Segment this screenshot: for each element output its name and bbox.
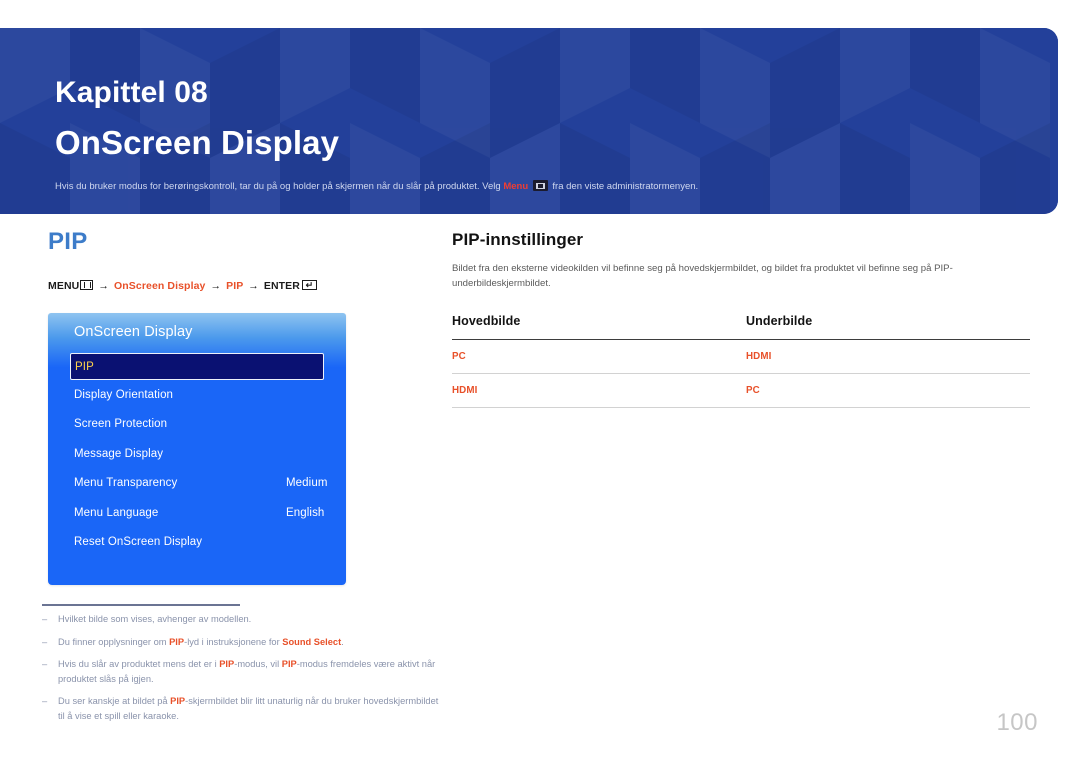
osd-menu-item-pip[interactable]: PIP bbox=[70, 353, 324, 380]
osd-menu-item-label: Menu Language bbox=[74, 506, 159, 519]
chapter-header-banner: Kapittel 08 OnScreen Display Hvis du bru… bbox=[0, 28, 1058, 214]
menu-path-arrow: → bbox=[210, 280, 222, 292]
header-note-before: Hvis du bruker modus for berøringskontro… bbox=[55, 181, 501, 192]
header-note-after: fra den viste administratormenyen. bbox=[552, 181, 699, 192]
osd-menu-item-message-display[interactable]: Message Display bbox=[70, 439, 324, 469]
menu-icon bbox=[532, 180, 548, 191]
footnote-text: Du finner opplysninger om PIP-lyd i inst… bbox=[58, 636, 344, 647]
footnote-marker: – bbox=[42, 659, 48, 669]
osd-panel-title: OnScreen Display bbox=[74, 324, 193, 340]
osd-menu-item-label: Message Display bbox=[74, 447, 164, 460]
menu-path-root: MENU bbox=[48, 280, 80, 292]
pip-source-table: Hovedbilde Underbilde PC HDMI HDMI PC bbox=[452, 314, 1030, 408]
footnote-text: Hvilket bilde som vises, avhenger av mod… bbox=[58, 614, 252, 624]
osd-menu-item-label: Reset OnScreen Display bbox=[74, 536, 203, 549]
osd-menu-item-reset-onscreen-display[interactable]: Reset OnScreen Display bbox=[70, 528, 324, 558]
right-column: PIP-innstillinger Bildet fra den ekstern… bbox=[452, 230, 1030, 408]
osd-menu-item-label: Display Orientation bbox=[74, 388, 174, 401]
osd-menu-item-menu-transparency[interactable]: Menu Transparency Medium bbox=[70, 469, 327, 499]
table-row: PC HDMI bbox=[452, 339, 1030, 374]
osd-menu-item-label: PIP bbox=[75, 360, 94, 373]
chapter-label: Kapittel 08 bbox=[55, 76, 208, 109]
section-heading-pip: PIP bbox=[48, 228, 88, 255]
table-cell-main: HDMI bbox=[452, 373, 746, 408]
footnote-list: – Hvilket bilde som vises, avhenger av m… bbox=[42, 612, 442, 731]
pip-settings-heading: PIP-innstillinger bbox=[452, 230, 584, 249]
footnote-marker: – bbox=[42, 614, 48, 624]
osd-menu-list: PIP Display Orientation Screen Protectio… bbox=[48, 353, 346, 557]
osd-menu-item-screen-protection[interactable]: Screen Protection bbox=[70, 410, 324, 440]
menu-path-breadcrumb: MENU → OnScreen Display → PIP → ENTER bbox=[48, 280, 448, 292]
footnote-marker: – bbox=[42, 696, 48, 706]
osd-menu-item-value: English bbox=[286, 506, 325, 519]
menu-path-arrow: → bbox=[248, 280, 259, 292]
menu-path-arrow: → bbox=[98, 280, 109, 292]
enter-icon bbox=[301, 280, 317, 290]
table-cell-main: PC bbox=[452, 339, 746, 374]
table-header-sub: Underbilde bbox=[746, 314, 1030, 340]
table-header-row: Hovedbilde Underbilde bbox=[452, 314, 1030, 340]
menu-path-step1: OnScreen Display bbox=[114, 280, 206, 292]
footnote-text: Hvis du slår av produktet mens det er i … bbox=[58, 659, 436, 684]
table-row: HDMI PC bbox=[452, 373, 1030, 408]
pip-settings-description: Bildet fra den eksterne videokilden vil … bbox=[452, 263, 953, 289]
table-header-main: Hovedbilde bbox=[452, 314, 746, 340]
footnote-item: – Du ser kanskje at bildet på PIP-skjerm… bbox=[42, 694, 442, 723]
osd-menu-item-label: Menu Transparency bbox=[74, 477, 178, 490]
osd-menu-item-display-orientation[interactable]: Display Orientation bbox=[70, 380, 324, 410]
footnote-item: – Hvis du slår av produktet mens det er … bbox=[42, 657, 442, 686]
footnote-divider bbox=[42, 604, 240, 606]
osd-menu-panel: OnScreen Display PIP Display Orientation… bbox=[48, 313, 346, 585]
chapter-title: OnScreen Display bbox=[55, 124, 340, 161]
osd-menu-item-label: Screen Protection bbox=[74, 418, 168, 431]
footnote-marker: – bbox=[42, 636, 48, 647]
footnote-item: – Du finner opplysninger om PIP-lyd i in… bbox=[42, 635, 442, 650]
left-column: PIP MENU → OnScreen Display → PIP → ENTE… bbox=[48, 228, 448, 292]
footnote-item: – Hvilket bilde som vises, avhenger av m… bbox=[42, 612, 442, 627]
header-note: Hvis du bruker modus for berøringskontro… bbox=[55, 180, 698, 194]
menu-path-step2: PIP bbox=[226, 280, 244, 292]
menu-icon bbox=[80, 280, 94, 290]
page-number: 100 bbox=[996, 709, 1038, 736]
menu-path-enter: ENTER bbox=[263, 280, 300, 292]
footnote-text: Du ser kanskje at bildet på PIP-skjermbi… bbox=[58, 696, 439, 721]
table-cell-sub: HDMI bbox=[746, 339, 1030, 374]
osd-menu-item-value: Medium bbox=[286, 477, 328, 490]
table-cell-sub: PC bbox=[746, 373, 1030, 408]
osd-menu-item-menu-language[interactable]: Menu Language English bbox=[70, 498, 324, 528]
header-note-menu-highlight: Menu bbox=[503, 181, 529, 192]
